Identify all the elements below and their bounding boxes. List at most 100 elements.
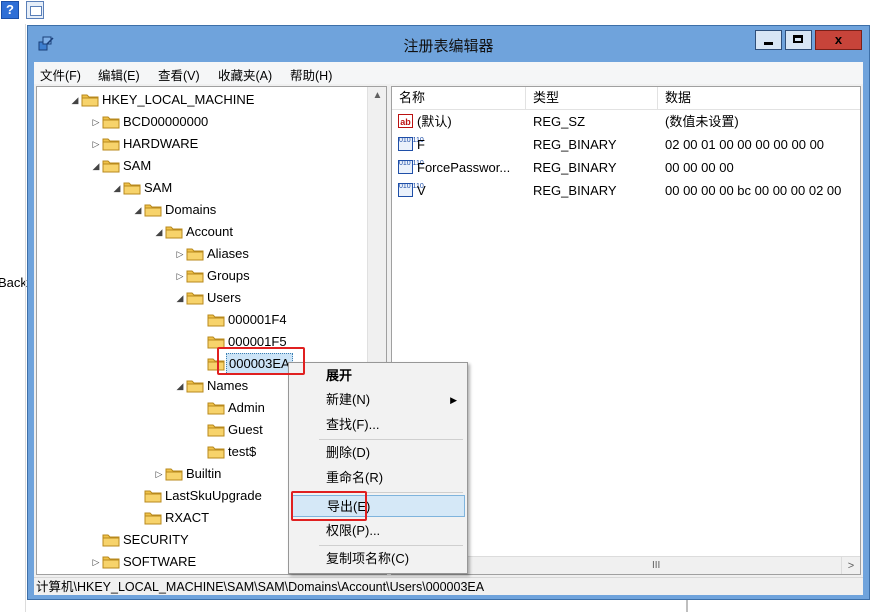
folder-icon <box>207 400 225 415</box>
menu-separator <box>319 545 463 546</box>
column-header-data[interactable]: 数据 <box>658 87 860 109</box>
help-icon[interactable]: ? <box>1 1 19 19</box>
folder-icon <box>186 268 204 283</box>
list-item[interactable]: ab (默认) REG_SZ (数值未设置) <box>392 110 860 133</box>
folder-icon <box>123 180 141 195</box>
tree-node[interactable]: ◢ Domains <box>37 199 367 221</box>
minimize-button[interactable] <box>755 30 782 50</box>
menu-edit[interactable]: 编辑(E) <box>98 65 140 84</box>
folder-icon <box>102 136 120 151</box>
tree-node-label: Admin <box>228 400 265 415</box>
menu-item-new[interactable]: 新建(N) ▶ <box>291 389 465 411</box>
tree-node[interactable]: 000001F4 <box>37 309 367 331</box>
folder-icon <box>207 444 225 459</box>
scroll-up-arrow-icon[interactable]: ▲ <box>368 87 386 105</box>
collapse-arrow-icon[interactable]: ◢ <box>153 221 165 243</box>
tree-node[interactable]: ◢ SAM <box>37 177 367 199</box>
menu-item-find[interactable]: 查找(F)... <box>291 414 465 436</box>
tree-node-label: HKEY_LOCAL_MACHINE <box>102 92 255 107</box>
collapse-arrow-icon[interactable]: ◢ <box>69 89 81 111</box>
expand-arrow-icon[interactable]: ▷ <box>153 463 165 485</box>
folder-icon <box>186 290 204 305</box>
value-name: F <box>417 137 425 152</box>
list-header: 名称 类型 数据 <box>392 87 860 110</box>
expand-arrow-icon[interactable]: ▷ <box>90 551 102 573</box>
folder-icon <box>102 532 120 547</box>
scroll-thumb-grip-icon: III <box>652 560 661 571</box>
annotation-highlight-selected-key <box>217 347 305 375</box>
menu-view[interactable]: 查看(V) <box>158 65 200 84</box>
tree-node[interactable]: ◢ Users <box>37 287 367 309</box>
menu-item-delete[interactable]: 删除(D) <box>291 442 465 464</box>
tree-node[interactable]: 000001F5 <box>37 331 367 353</box>
tree-node[interactable]: ▷ Aliases <box>37 243 367 265</box>
column-header-type[interactable]: 类型 <box>526 87 658 109</box>
scroll-thumb[interactable]: III <box>472 560 772 571</box>
scroll-right-arrow-icon[interactable]: > <box>841 557 860 574</box>
menu-help[interactable]: 帮助(H) <box>290 65 332 84</box>
menu-bar: 文件(F) 编辑(E) 查看(V) 收藏夹(A) 帮助(H) <box>34 62 863 84</box>
expand-arrow-icon[interactable]: ▷ <box>174 265 186 287</box>
menu-item-label: 新建(N) <box>326 392 371 407</box>
background-divider <box>686 598 688 612</box>
menu-separator <box>319 439 463 440</box>
value-data: 02 00 01 00 00 00 00 00 00 <box>665 137 825 152</box>
tree-node-label: BCD00000000 <box>123 114 209 129</box>
folder-icon <box>186 246 204 261</box>
value-data: 00 00 00 00 bc 00 00 00 02 00 <box>665 183 842 198</box>
tree-node-label: SAM <box>123 158 152 173</box>
close-button[interactable]: x <box>815 30 862 50</box>
expand-arrow-icon[interactable]: ▷ <box>174 243 186 265</box>
value-name: ForcePasswor... <box>417 160 511 175</box>
list-item[interactable]: 010 110 V REG_BINARY 00 00 00 00 bc 00 00 0… <box>392 179 860 202</box>
annotation-highlight-export <box>291 491 367 521</box>
folder-icon <box>102 554 120 569</box>
background-divider <box>25 24 26 612</box>
binary-value-icon: 010 110 <box>398 137 424 151</box>
window-title: 注册表编辑器 <box>403 38 494 55</box>
collapse-arrow-icon[interactable]: ◢ <box>132 199 144 221</box>
menu-favorites[interactable]: 收藏夹(A) <box>218 65 272 84</box>
tree-node[interactable]: ▷ Groups <box>37 265 367 287</box>
view-icon[interactable] <box>26 1 44 19</box>
tree-node[interactable]: ◢ Account <box>37 221 367 243</box>
list-item[interactable]: 010 110 F REG_BINARY 02 00 01 00 00 00 00 0… <box>392 133 860 156</box>
value-type: REG_SZ <box>533 114 586 129</box>
tree-node[interactable]: ▷ HARDWARE <box>37 133 367 155</box>
tree-node-label: RXACT <box>165 510 210 525</box>
list-item[interactable]: 010 110 ForcePasswor... REG_BINARY 00 00 00… <box>392 156 860 179</box>
folder-icon <box>165 466 183 481</box>
folder-icon <box>144 202 162 217</box>
string-value-icon: ab <box>398 114 413 128</box>
tree-node-label: Groups <box>207 268 250 283</box>
menu-item-copy-key-name[interactable]: 复制项名称(C) <box>291 548 465 570</box>
maximize-button[interactable] <box>785 30 812 50</box>
folder-icon <box>102 114 120 129</box>
menu-item-expand[interactable]: 展开 <box>291 365 465 387</box>
folder-icon <box>144 488 162 503</box>
tree-node[interactable]: ▷ BCD00000000 <box>37 111 367 133</box>
status-bar-path: 计算机\HKEY_LOCAL_MACHINE\SAM\SAM\Domains\A… <box>34 577 863 595</box>
menu-file[interactable]: 文件(F) <box>40 65 81 84</box>
folder-icon <box>165 224 183 239</box>
title-bar[interactable]: 注册表编辑器 x <box>28 26 869 62</box>
binary-value-icon: 010 110 <box>398 160 424 174</box>
tree-node-label: Account <box>186 224 233 239</box>
collapse-arrow-icon[interactable]: ◢ <box>90 155 102 177</box>
menu-item-rename[interactable]: 重命名(R) <box>291 467 465 489</box>
column-header-name[interactable]: 名称 <box>392 87 526 109</box>
value-type: REG_BINARY <box>533 137 617 152</box>
tree-node-label: Users <box>207 290 241 305</box>
value-data: (数值未设置) <box>665 114 739 129</box>
collapse-arrow-icon[interactable]: ◢ <box>174 375 186 397</box>
expand-arrow-icon[interactable]: ▷ <box>90 111 102 133</box>
tree-node-label: HARDWARE <box>123 136 199 151</box>
menu-item-permissions[interactable]: 权限(P)... <box>291 520 465 542</box>
expand-arrow-icon[interactable]: ▷ <box>90 133 102 155</box>
collapse-arrow-icon[interactable]: ◢ <box>174 287 186 309</box>
background-toolbar <box>0 0 872 24</box>
tree-node[interactable]: ◢ HKEY_LOCAL_MACHINE <box>37 89 367 111</box>
tree-node-label: test$ <box>228 444 257 459</box>
collapse-arrow-icon[interactable]: ◢ <box>111 177 123 199</box>
tree-node[interactable]: ◢ SAM <box>37 155 367 177</box>
